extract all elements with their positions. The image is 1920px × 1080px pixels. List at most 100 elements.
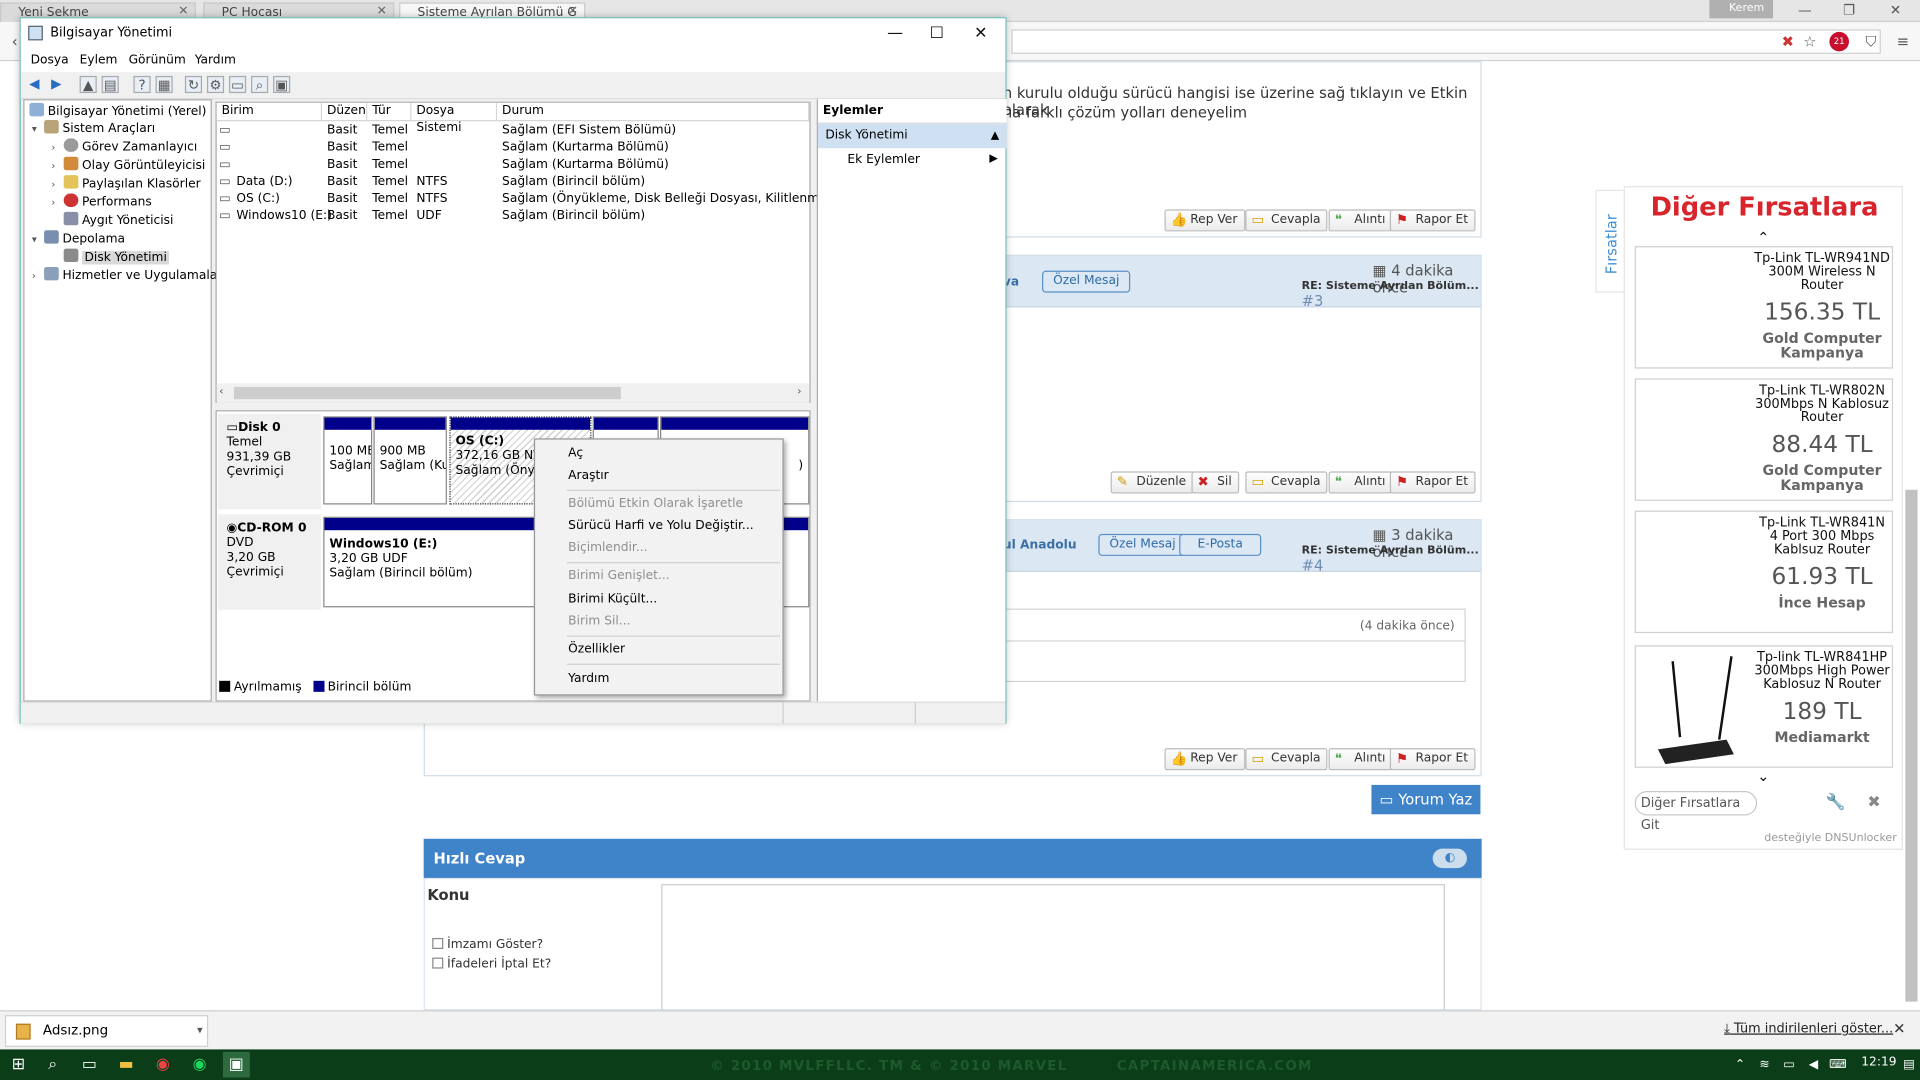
menu-icon[interactable]: ≡: [1893, 32, 1913, 52]
chevron-up-icon[interactable]: ⌃: [1757, 229, 1769, 246]
blocked-icon[interactable]: ✖: [1778, 32, 1798, 52]
volume-cell[interactable]: NTFS: [416, 175, 447, 190]
post-author[interactable]: ul Anadolu: [1003, 539, 1077, 552]
volume-cell[interactable]: UDF: [416, 209, 441, 224]
column-header[interactable]: Birim: [216, 102, 323, 122]
volume-cell[interactable]: Temel: [372, 124, 408, 139]
deal-card[interactable]: Tp-link TL-WR841HP 300Mbps High Power Ka…: [1634, 645, 1894, 768]
column-header[interactable]: Tür: [367, 102, 412, 122]
reply-button[interactable]: ▭ Cevapla: [1245, 209, 1328, 232]
column-header[interactable]: Düzen: [322, 102, 368, 122]
expand-icon[interactable]: ›: [51, 140, 63, 157]
scrollbar-thumb[interactable]: [233, 386, 621, 400]
battery-icon[interactable]: ▭: [1776, 1052, 1803, 1078]
expand-icon[interactable]: ›: [32, 268, 44, 285]
volume-icon[interactable]: ◀: [1800, 1052, 1827, 1078]
pm-button[interactable]: Özel Mesaj: [1098, 533, 1187, 556]
volume-cell[interactable]: Sağlam (Birincil bölüm): [502, 175, 645, 190]
horizontal-scrollbar[interactable]: ‹ ›: [216, 383, 810, 403]
minimize-icon[interactable]: —: [1783, 0, 1827, 22]
search-icon[interactable]: ⌕: [39, 1052, 66, 1078]
open-folder-icon[interactable]: ▭: [228, 75, 247, 94]
partition-recovery[interactable]: 900 MB Sağlam (Ku: [373, 416, 447, 505]
close-icon[interactable]: ✕: [1893, 1020, 1905, 1037]
scroll-right-icon[interactable]: ›: [797, 386, 801, 398]
ad-side-tab[interactable]: Fırsatlar: [1595, 189, 1625, 293]
notifications-icon[interactable]: ▤: [1896, 1052, 1920, 1078]
signature-option[interactable]: İmzamı Göster?: [432, 937, 543, 951]
menu-view[interactable]: Görünüm: [129, 54, 186, 67]
volume-cell[interactable]: Sağlam (EFI Sistem Bölümü): [502, 124, 676, 139]
start-icon[interactable]: ⊞: [5, 1052, 32, 1078]
spotify-icon[interactable]: ◉: [186, 1052, 213, 1078]
volume-cell[interactable]: Basit: [327, 158, 357, 173]
page-scrollbar-thumb[interactable]: [1905, 489, 1918, 1002]
tree-node-event-viewer[interactable]: › Olay Görüntüleyicisi: [51, 156, 205, 174]
help-icon[interactable]: ?: [133, 75, 151, 94]
reply-button[interactable]: ▭ Cevapla: [1245, 748, 1328, 771]
forward-icon[interactable]: ▶: [48, 76, 65, 93]
maximize-button[interactable]: ☐: [915, 18, 959, 50]
cdrom-label[interactable]: ◉CD-ROM 0 DVD 3,20 GB Çevrimiçi: [217, 514, 321, 610]
volume-cell[interactable]: Basit: [327, 141, 357, 156]
column-header[interactable]: Dosya Sistemi: [411, 102, 498, 135]
disk-icon[interactable]: ▣: [273, 75, 291, 94]
menu-item-open[interactable]: Aç: [568, 447, 583, 460]
quote-button[interactable]: ❝ Alıntı: [1328, 748, 1393, 771]
close-button[interactable]: ✕: [959, 18, 1003, 50]
file-explorer-icon[interactable]: ▬: [113, 1052, 140, 1078]
restore-icon[interactable]: ❐: [1827, 0, 1871, 22]
volume-cell[interactable]: Temel: [372, 192, 408, 207]
wrench-icon[interactable]: 🔧: [1826, 793, 1846, 811]
tree-node-disk-management[interactable]: Disk Yönetimi: [51, 248, 170, 266]
computer-management-taskbar-icon[interactable]: ▣: [222, 1051, 250, 1078]
post-subject[interactable]: RE: Sisteme Ayrılan Bölüm... #3: [1302, 280, 1481, 309]
settings-icon[interactable]: ⚙: [206, 75, 225, 94]
volume-cell[interactable]: Basit: [327, 175, 357, 190]
partition-efi[interactable]: 100 MB Sağlam: [323, 416, 373, 505]
menu-help[interactable]: Yardım: [195, 54, 236, 67]
expand-icon[interactable]: ›: [51, 176, 63, 193]
volume-name[interactable]: OS (C:): [236, 192, 280, 207]
disk0-label[interactable]: ▭Disk 0 Temel 931,39 GB Çevrimiçi: [217, 413, 321, 510]
chevron-down-icon[interactable]: ⌄: [1757, 768, 1769, 785]
chrome-icon[interactable]: ◉: [149, 1052, 176, 1078]
post-number[interactable]: #3: [1302, 293, 1324, 310]
column-header[interactable]: Durum: [497, 102, 810, 122]
profile-button[interactable]: Kerem: [1709, 0, 1774, 19]
volume-cell[interactable]: Temel: [372, 175, 408, 190]
show-all-downloads[interactable]: ⤓ Tüm indirilenleri göster...: [1724, 1021, 1893, 1037]
volume-cell[interactable]: Temel: [372, 141, 408, 156]
expand-icon[interactable]: ▾: [32, 121, 44, 138]
tree-node-storage[interactable]: ▾ Depolama: [32, 230, 125, 247]
task-view-icon[interactable]: ▭: [76, 1052, 103, 1078]
up-folder-icon[interactable]: ▲: [79, 75, 97, 94]
checkbox[interactable]: [432, 937, 444, 949]
volume-name[interactable]: Data (D:): [236, 175, 292, 190]
clock[interactable]: 12:19: [1861, 1056, 1896, 1069]
search-icon[interactable]: ⌕: [251, 75, 269, 94]
network-icon[interactable]: ≋: [1751, 1052, 1778, 1078]
connect-icon[interactable]: ↻: [184, 75, 203, 94]
menu-item-explore[interactable]: Araştır: [568, 469, 609, 482]
report-button[interactable]: ⚑ Rapor Et: [1389, 209, 1476, 232]
post-number[interactable]: #4: [1302, 557, 1324, 574]
smilies-option[interactable]: İfadeleri İptal Et?: [432, 957, 551, 971]
deals-search-input[interactable]: Diğer Fırsatlara Git: [1634, 791, 1758, 833]
volume-cell[interactable]: Temel: [372, 209, 408, 224]
message-textarea[interactable]: [661, 884, 1445, 1012]
email-button[interactable]: E-Posta: [1179, 533, 1262, 556]
checkbox[interactable]: [432, 957, 444, 969]
tree-node-root[interactable]: Bilgisayar Yönetimi (Yerel): [29, 102, 206, 120]
minimize-button[interactable]: —: [873, 18, 917, 50]
expand-icon[interactable]: ›: [51, 195, 63, 212]
close-icon[interactable]: ✖: [1867, 793, 1880, 811]
volume-cell[interactable]: NTFS: [416, 192, 447, 207]
chevron-up-icon[interactable]: ⌃: [1727, 1052, 1754, 1078]
deal-card[interactable]: Tp-Link TL-WR841N 4 Port 300 Mbps Kablsu…: [1634, 510, 1894, 634]
quote-button[interactable]: ❝ Alıntı: [1328, 471, 1393, 494]
tree-node-services[interactable]: › Hizmetler ve Uygulamalar: [32, 266, 222, 285]
menu-action[interactable]: Eylem: [80, 54, 118, 67]
comment-button[interactable]: ▭ Yorum Yaz: [1371, 784, 1481, 815]
address-bar[interactable]: [1011, 29, 1881, 54]
